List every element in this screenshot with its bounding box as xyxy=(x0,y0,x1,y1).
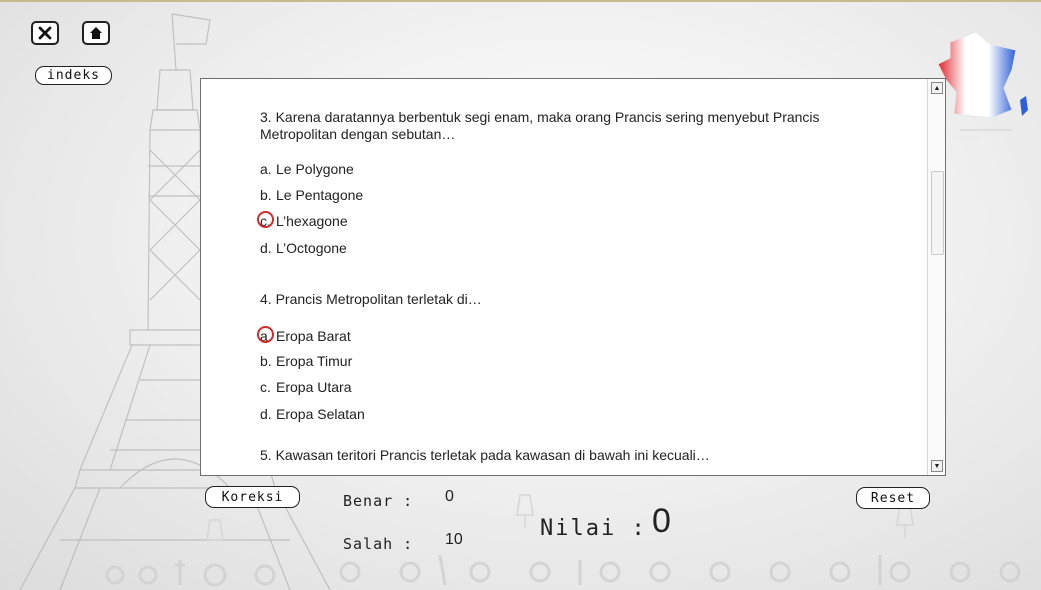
option-4c[interactable]: c. Eropa Utara xyxy=(260,377,351,397)
arrow-up-icon: ▲ xyxy=(933,84,941,92)
option-text: L’Octogone xyxy=(276,240,347,256)
benar-label: Benar : xyxy=(343,492,414,510)
home-button[interactable] xyxy=(82,21,110,45)
question-5-text: 5. Kawasan teritori Prancis terletak pad… xyxy=(260,447,710,463)
selected-ring-icon xyxy=(257,211,274,228)
option-text: Eropa Barat xyxy=(276,328,351,344)
option-letter: d. xyxy=(260,406,272,422)
option-4d[interactable]: d. Eropa Selatan xyxy=(260,404,365,424)
index-button[interactable]: indeks xyxy=(35,66,112,85)
koreksi-button[interactable]: Koreksi xyxy=(205,486,300,508)
option-text: Eropa Utara xyxy=(276,379,352,395)
scroll-down-button[interactable]: ▼ xyxy=(931,460,943,472)
close-button[interactable] xyxy=(31,21,59,45)
svg-text:·······: ······· xyxy=(952,135,979,142)
option-letter: d. xyxy=(260,240,272,256)
option-text: Le Pentagone xyxy=(276,187,364,203)
option-letter: a. xyxy=(260,161,272,177)
benar-value: 0 xyxy=(445,488,454,505)
option-letter: c. xyxy=(260,379,271,395)
vertical-scrollbar[interactable]: ▲ ▼ xyxy=(927,79,945,475)
option-3d[interactable]: d. L’Octogone xyxy=(260,238,347,258)
selected-ring-icon xyxy=(257,326,274,343)
salah-value: 10 xyxy=(445,531,463,548)
option-text: L’hexagone xyxy=(276,213,348,229)
question-3-text: 3. Karena daratannya berbentuk segi enam… xyxy=(260,109,820,142)
option-4a[interactable]: a. Eropa Barat xyxy=(257,326,351,346)
scroll-thumb[interactable] xyxy=(931,171,944,255)
option-3b[interactable]: b. Le Pentagone xyxy=(260,185,363,205)
nilai-value: 0 xyxy=(652,502,671,540)
question-4-text: 4. Prancis Metropolitan terletak di… xyxy=(260,291,482,307)
arrow-down-icon: ▼ xyxy=(933,462,941,470)
option-text: Le Polygone xyxy=(276,161,354,177)
salah-label: Salah : xyxy=(343,535,414,553)
scroll-up-button[interactable]: ▲ xyxy=(931,82,943,94)
option-letter: a. xyxy=(257,326,276,346)
france-map-logo: ······· xyxy=(937,31,1028,142)
reset-button[interactable]: Reset xyxy=(856,487,930,509)
option-text: Eropa Selatan xyxy=(276,406,365,422)
option-4b[interactable]: b. Eropa Timur xyxy=(260,351,352,371)
option-text: Eropa Timur xyxy=(276,353,353,369)
option-letter: c. xyxy=(257,211,276,231)
option-3c[interactable]: c. L’hexagone xyxy=(257,211,348,231)
nilai-label: Nilai : xyxy=(540,516,647,541)
option-3a[interactable]: a. Le Polygone xyxy=(260,159,354,179)
close-icon xyxy=(38,26,52,40)
option-letter: b. xyxy=(260,353,272,369)
home-icon xyxy=(90,27,102,39)
pattern-icons-row xyxy=(105,554,1021,587)
question-panel[interactable]: 3. Karena daratannya berbentuk segi enam… xyxy=(200,78,946,476)
option-letter: b. xyxy=(260,187,272,203)
